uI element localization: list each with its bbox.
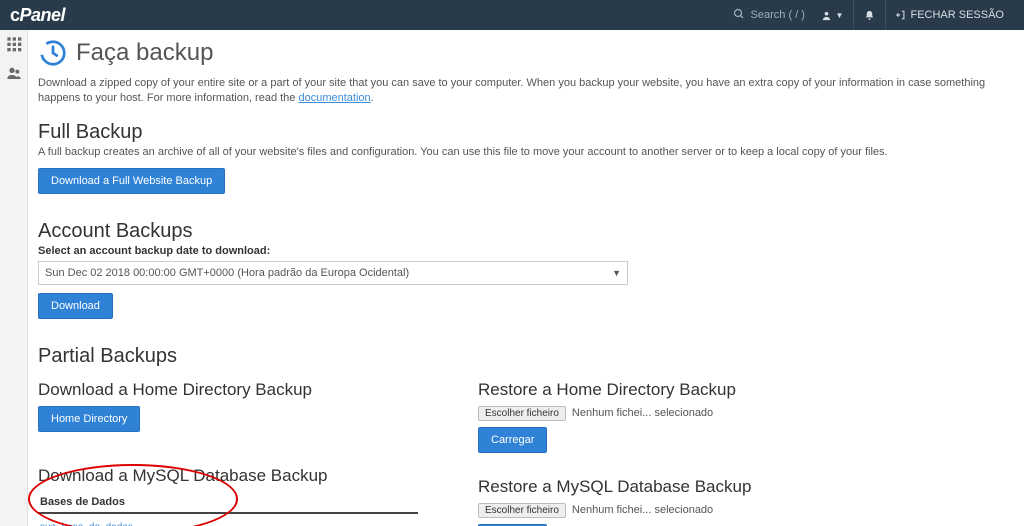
table-row: sua_base_de_dados [38, 513, 418, 526]
db-link[interactable]: sua_base_de_dados [40, 522, 133, 526]
partial-backups-heading: Partial Backups [38, 345, 1014, 368]
home-directory-button[interactable]: Home Directory [38, 406, 140, 432]
chevron-down-icon: ▼ [612, 268, 621, 278]
search-icon [733, 8, 745, 23]
chevron-down-icon: ▼ [836, 11, 844, 20]
choose-file-db-label: Nenhum fichei... selecionado [572, 504, 713, 516]
download-account-backup-button[interactable]: Download [38, 293, 113, 319]
backup-date-selected: Sun Dec 02 2018 00:00:00 GMT+0000 (Hora … [45, 267, 409, 279]
apps-icon[interactable] [6, 36, 22, 55]
sidebar [0, 30, 28, 526]
main-content: Faça backup Download a zipped copy of yo… [28, 30, 1024, 526]
cpanel-logo: cPanel [10, 5, 65, 26]
notifications-icon[interactable] [853, 0, 885, 30]
backup-icon [38, 38, 68, 68]
documentation-link[interactable]: documentation [298, 92, 370, 104]
user-menu[interactable]: ▼ [811, 0, 854, 30]
full-backup-desc: A full backup creates an archive of all … [38, 146, 1014, 158]
dl-db-heading: Download a MySQL Database Backup [38, 466, 418, 486]
users-icon[interactable] [6, 65, 22, 84]
download-home-column: Download a Home Directory Backup Home Di… [38, 374, 418, 526]
restore-db-heading: Restore a MySQL Database Backup [478, 477, 858, 497]
database-table: Bases de Dados sua_base_de_dados sua_bas… [38, 492, 418, 526]
account-backups-heading: Account Backups [38, 220, 1014, 243]
restore-column: Restore a Home Directory Backup Escolher… [478, 374, 858, 526]
dl-home-heading: Download a Home Directory Backup [38, 380, 418, 400]
backup-date-select[interactable]: Sun Dec 02 2018 00:00:00 GMT+0000 (Hora … [38, 261, 628, 285]
search-input[interactable] [751, 9, 811, 21]
intro-text: Download a zipped copy of your entire si… [38, 76, 1014, 107]
full-backup-heading: Full Backup [38, 121, 1014, 144]
page-title: Faça backup [76, 39, 213, 67]
download-full-backup-button[interactable]: Download a Full Website Backup [38, 168, 225, 194]
top-bar: cPanel ▼ FECHAR SESSÃO [0, 0, 1024, 30]
upload-home-button[interactable]: Carregar [478, 427, 547, 453]
restore-home-heading: Restore a Home Directory Backup [478, 380, 858, 400]
choose-file-home-label: Nenhum fichei... selecionado [572, 407, 713, 419]
choose-file-home-button[interactable]: Escolher ficheiro [478, 406, 566, 421]
account-backups-label: Select an account backup date to downloa… [38, 245, 1014, 257]
logout-label: FECHAR SESSÃO [910, 9, 1004, 21]
db-table-header: Bases de Dados [38, 492, 418, 513]
logout-button[interactable]: FECHAR SESSÃO [885, 0, 1014, 30]
choose-file-db-button[interactable]: Escolher ficheiro [478, 503, 566, 518]
